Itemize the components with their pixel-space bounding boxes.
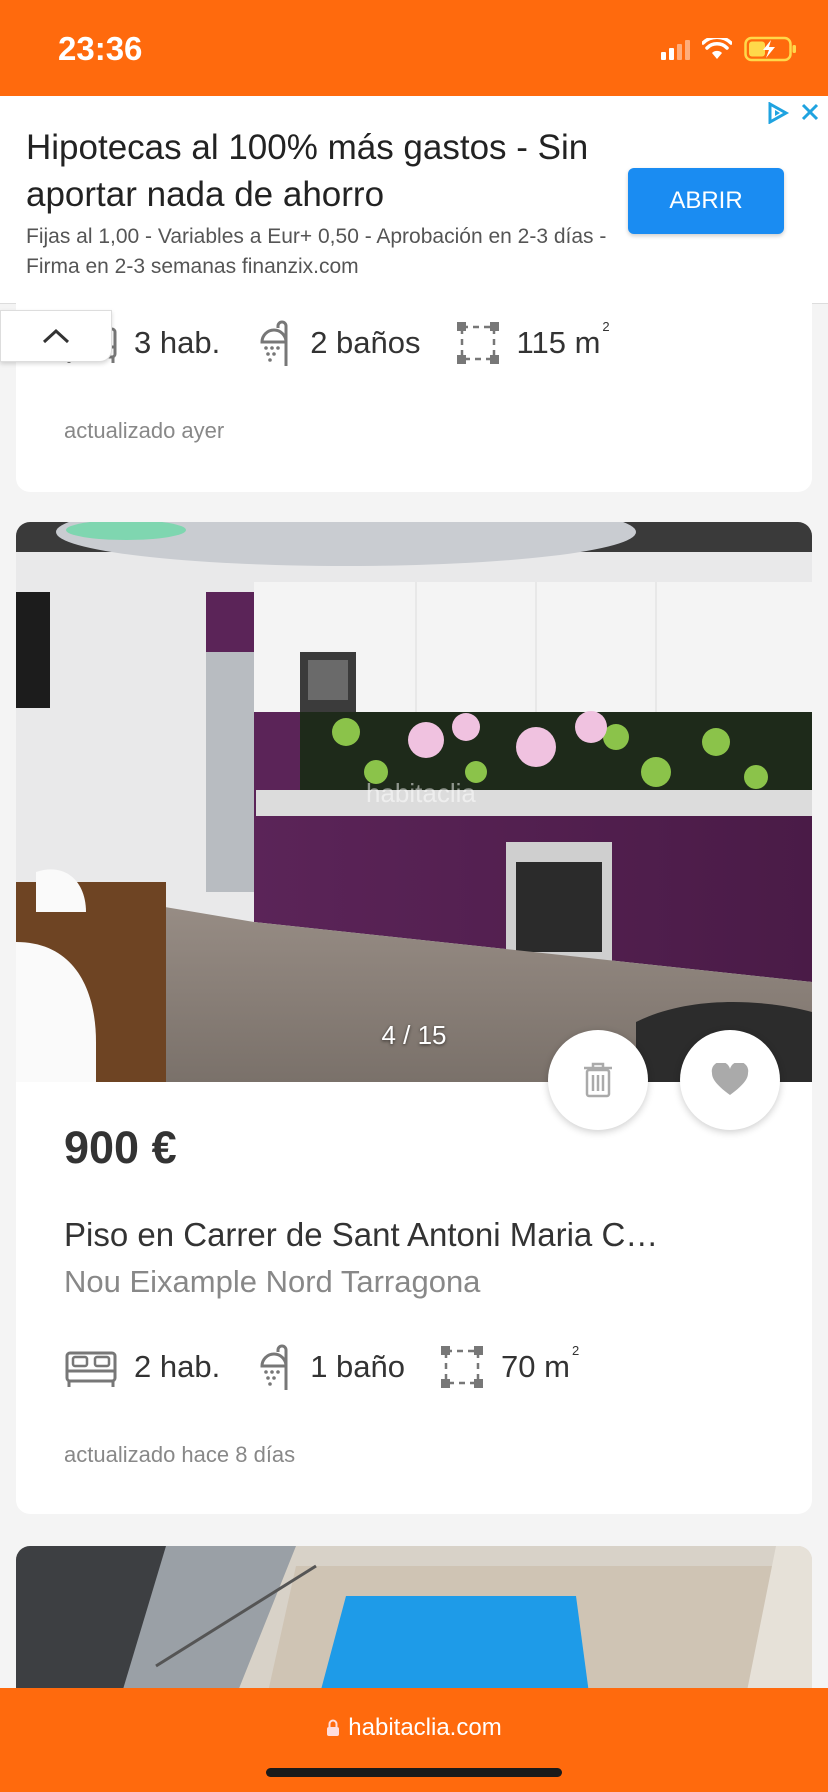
listing-card[interactable]: habitaclia 4 / 15 900 € Piso en Carrer d… <box>16 522 812 1514</box>
area-feature: 115 m2 <box>455 319 610 366</box>
lock-icon <box>327 1719 340 1736</box>
baths-count: 1 baño <box>310 1349 406 1384</box>
bed-icon <box>65 1351 117 1387</box>
trash-icon <box>584 1062 612 1098</box>
url-text: habitaclia.com <box>348 1714 502 1741</box>
ad-open-button[interactable]: ABRIR <box>628 168 784 234</box>
wifi-icon <box>702 38 732 59</box>
status-bar: 23:36 <box>0 0 828 96</box>
listing-card[interactable]: 3 hab. 2 baños 115 m2 actualizado ayer <box>16 290 812 492</box>
battery-charging-icon <box>744 36 796 62</box>
home-indicator[interactable] <box>266 1768 562 1777</box>
status-icons <box>661 36 798 62</box>
rooms-count: 2 hab. <box>134 1349 221 1384</box>
rooms-feature: 2 hab. <box>64 1345 220 1389</box>
area-feature: 70 m2 <box>439 1343 580 1390</box>
shower-icon <box>260 1344 288 1390</box>
updated-text: actualizado hace 8 días <box>64 1442 296 1467</box>
baths-feature: 2 baños <box>254 320 421 366</box>
area-icon <box>441 1346 484 1388</box>
signal-icon <box>661 38 690 60</box>
ad-description: Fijas al 1,00 - Variables a Eur+ 0,50 - … <box>26 225 607 278</box>
baths-feature: 1 baño <box>254 1344 405 1390</box>
discard-button[interactable] <box>548 1030 648 1130</box>
heart-icon <box>711 1063 749 1095</box>
baths-count: 2 baños <box>310 325 421 360</box>
listing-title[interactable]: Piso en Carrer de Sant Antoni Maria C… <box>64 1216 764 1254</box>
rooms-count: 3 hab. <box>134 325 221 360</box>
shower-icon <box>260 320 288 366</box>
ad-title[interactable]: Hipotecas al 100% más gastos - Sin aport… <box>26 124 626 218</box>
browser-bar: habitaclia.com <box>0 1688 828 1792</box>
favorite-button[interactable] <box>680 1030 780 1130</box>
area-icon <box>456 322 499 364</box>
listing-features: 3 hab. 2 baños 115 m2 <box>64 319 644 366</box>
area-value: 115 m2 <box>516 319 610 360</box>
ad-choices <box>766 102 820 124</box>
status-time: 23:36 <box>58 30 143 67</box>
svg-text:habitaclia: habitaclia <box>366 778 476 808</box>
area-value: 70 m2 <box>501 1343 580 1384</box>
updated-text: actualizado ayer <box>64 418 225 443</box>
listing-photo[interactable]: habitaclia <box>16 522 812 1082</box>
adchoices-icon[interactable] <box>766 102 790 124</box>
chevron-up-icon <box>42 328 70 344</box>
listing-features: 2 hab. 1 baño 70 m2 <box>64 1343 613 1390</box>
url-display[interactable]: habitaclia.com <box>0 1714 828 1742</box>
listing-price: 900 € <box>64 1122 177 1173</box>
close-icon[interactable] <box>800 102 820 122</box>
ad-banner[interactable]: Hipotecas al 100% más gastos - Sin aport… <box>0 96 828 304</box>
kitchen-photo: habitaclia <box>16 522 812 1082</box>
listing-location: Nou Eixample Nord Tarragona <box>64 1264 481 1299</box>
collapse-button[interactable] <box>0 310 112 362</box>
